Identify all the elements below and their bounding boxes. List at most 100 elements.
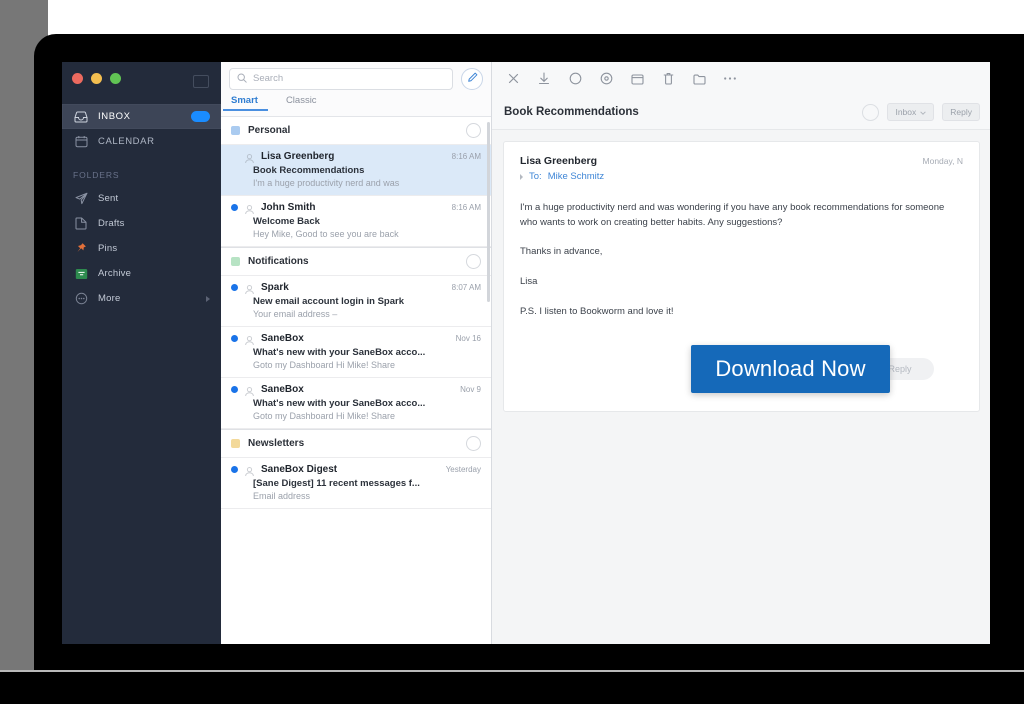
email-recipient-label: To: <box>529 171 542 182</box>
list-item[interactable]: SaneBox Digest Yesterday [Sane Digest] 1… <box>221 458 491 509</box>
unread-indicator <box>231 335 238 342</box>
group-collapse-icon[interactable] <box>466 123 481 138</box>
message-time: 8:16 AM <box>451 152 481 161</box>
message-time: Yesterday <box>445 465 481 474</box>
message-time: 8:16 AM <box>451 203 481 212</box>
email-body: I'm a huge productivity nerd and was won… <box>520 201 963 320</box>
chevron-down-icon <box>920 107 927 117</box>
trash-icon[interactable] <box>655 68 681 90</box>
sidebar-item-more[interactable]: More <box>62 286 221 311</box>
group-chip-icon <box>231 439 240 448</box>
group-header-personal[interactable]: Personal <box>221 117 491 145</box>
sidebar-item-label: Pins <box>98 243 118 254</box>
list-item[interactable]: SaneBox Nov 16 What's new with your Sane… <box>221 327 491 378</box>
reading-header: Book Recommendations Inbox Reply <box>492 95 990 130</box>
avatar <box>244 151 255 164</box>
message-snippet: Email address <box>253 491 311 501</box>
message-sender: SaneBox <box>261 384 304 395</box>
message-list-scroll[interactable]: Personal Lisa Greenberg 8:16 AM Book Rec… <box>221 117 491 644</box>
calendar-icon[interactable] <box>624 68 650 90</box>
search-input[interactable]: Search <box>229 67 453 90</box>
message-time: Nov 16 <box>455 334 481 343</box>
snooze-icon[interactable] <box>562 68 588 90</box>
more-actions-icon[interactable] <box>717 68 743 90</box>
group-chip-icon <box>231 126 240 135</box>
tab-classic[interactable]: Classic <box>286 95 317 110</box>
group-collapse-icon[interactable] <box>466 436 481 451</box>
sidebar-item-calendar[interactable]: CALENDAR <box>62 129 221 154</box>
mark-read-icon[interactable] <box>862 103 880 121</box>
download-now-button[interactable]: Download Now <box>691 345 890 393</box>
email-sender-name: Lisa Greenberg <box>520 155 598 167</box>
inbox-icon <box>73 110 89 124</box>
message-subject: Book Recommendations <box>253 165 365 176</box>
message-snippet: I'm a huge productivity nerd and was <box>253 178 400 188</box>
group-chip-icon <box>231 257 240 266</box>
list-tabs: Smart Classic <box>221 95 491 117</box>
group-collapse-icon[interactable] <box>466 254 481 269</box>
message-list-pane: Search Smart Classic Personal Lisa Green… <box>221 62 492 644</box>
minimize-window-button[interactable] <box>91 73 102 84</box>
archive-icon[interactable] <box>531 68 557 90</box>
device-bezel-bottom <box>0 672 1024 704</box>
zoom-window-button[interactable] <box>110 73 121 84</box>
avatar <box>244 333 255 346</box>
list-toolbar: Search <box>221 62 491 95</box>
search-icon <box>237 70 247 88</box>
sidebar-item-inbox[interactable]: INBOX <box>62 104 221 129</box>
sidebar-nav: INBOX CALENDAR Folders <box>62 104 221 311</box>
message-sender: Spark <box>261 282 289 293</box>
move-folder-icon[interactable] <box>686 68 712 90</box>
sidebar-item-label: Drafts <box>98 218 125 229</box>
sidebar-item-sent[interactable]: Sent <box>62 186 221 211</box>
list-item[interactable]: Spark 8:07 AM New email account login in… <box>221 276 491 327</box>
email-paragraph: Thanks in advance, <box>520 246 603 258</box>
group-header-newsletters[interactable]: Newsletters <box>221 429 491 458</box>
email-paragraph: Lisa <box>520 276 538 288</box>
drafts-icon <box>73 217 89 231</box>
sidebar-item-label: Archive <box>98 268 132 279</box>
list-item[interactable]: Lisa Greenberg 8:16 AM Book Recommendati… <box>221 145 491 196</box>
sidebar-item-pins[interactable]: Pins <box>62 236 221 261</box>
sidebar-collapse-icon[interactable] <box>193 75 209 88</box>
compose-button[interactable] <box>461 67 483 90</box>
chevron-right-icon[interactable] <box>520 173 523 180</box>
page-title: Book Recommendations <box>504 106 639 118</box>
unread-indicator <box>231 386 238 393</box>
calendar-icon <box>73 135 89 149</box>
close-window-button[interactable] <box>72 73 83 84</box>
close-icon[interactable] <box>500 68 526 90</box>
sidebar-item-drafts[interactable]: Drafts <box>62 211 221 236</box>
reply-pill[interactable]: Reply <box>942 103 980 121</box>
list-scrollbar[interactable] <box>487 122 490 302</box>
more-icon <box>73 292 89 306</box>
search-placeholder: Search <box>253 73 284 84</box>
reply-pill-label: Reply <box>950 107 972 117</box>
message-sender: SaneBox <box>261 333 304 344</box>
unread-indicator <box>231 466 238 473</box>
folder-pill-label: Inbox <box>895 107 917 117</box>
avatar <box>244 282 255 295</box>
message-subject: Welcome Back <box>253 216 320 227</box>
message-subject: What's new with your SaneBox acco... <box>253 398 426 409</box>
unread-indicator <box>231 284 238 291</box>
tab-smart[interactable]: Smart <box>223 95 268 111</box>
message-sender: SaneBox Digest <box>261 464 338 475</box>
avatar <box>244 384 255 397</box>
avatar <box>244 202 255 215</box>
email-recipient[interactable]: Mike Schmitz <box>548 171 604 182</box>
list-item[interactable]: SaneBox Nov 9 What's new with your SaneB… <box>221 378 491 429</box>
chevron-right-icon <box>206 295 210 302</box>
group-title: Personal <box>248 125 291 136</box>
folder-pill[interactable]: Inbox <box>887 103 935 121</box>
pin-icon[interactable] <box>593 68 619 90</box>
sidebar-item-archive[interactable]: Archive <box>62 261 221 286</box>
inbox-unread-badge <box>191 111 210 122</box>
sidebar-item-label: INBOX <box>98 111 131 122</box>
email-date: Monday, N <box>922 156 963 166</box>
message-snippet: Goto my Dashboard Hi Mike! Share <box>253 360 396 370</box>
read-indicator <box>231 153 238 160</box>
list-item[interactable]: John Smith 8:16 AM Welcome Back Hey Mike… <box>221 196 491 247</box>
group-header-notifications[interactable]: Notifications <box>221 247 491 276</box>
archive-icon <box>73 267 89 281</box>
